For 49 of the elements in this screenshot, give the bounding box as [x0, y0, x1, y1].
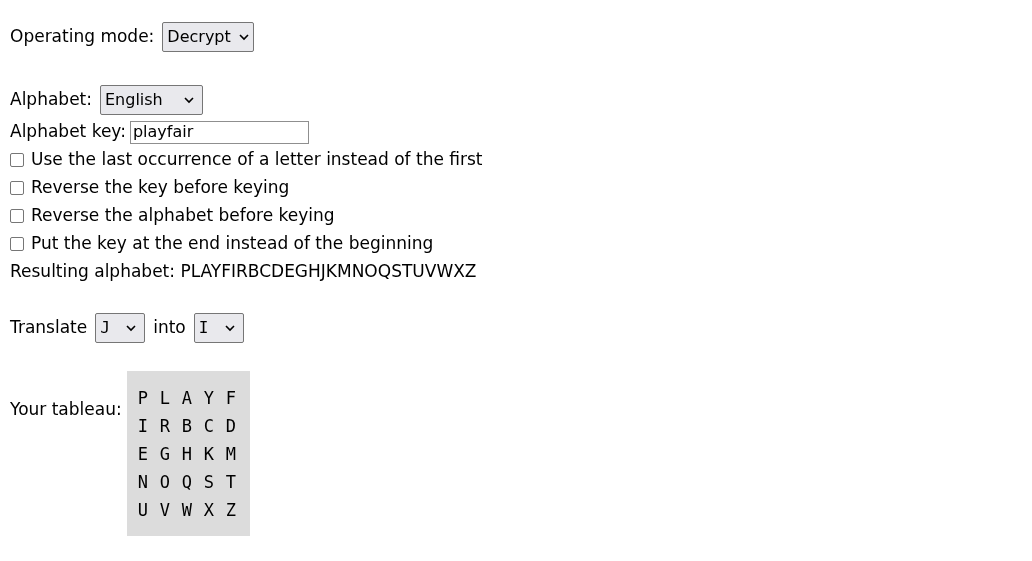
caret-icon	[224, 324, 235, 332]
tableau-letter: E	[137, 443, 149, 467]
field-label: into	[153, 316, 186, 340]
checkbox[interactable]	[10, 181, 24, 195]
checkbox-label: Reverse the key before keying	[31, 176, 290, 200]
checkbox[interactable]	[10, 237, 24, 251]
dropdown[interactable]: J	[95, 313, 146, 343]
field-label: Operating mode:	[10, 25, 155, 49]
tableau-letter: X	[203, 499, 215, 523]
tableau-letter: B	[181, 415, 193, 439]
checkbox-label: Put the key at the end instead of the beginning	[31, 232, 434, 256]
tableau-letter: U	[137, 499, 149, 523]
tableau-letter: M	[225, 443, 237, 467]
tableau-letter: V	[159, 499, 171, 523]
tableau-letter: Q	[181, 471, 193, 495]
checkbox[interactable]	[10, 209, 24, 223]
tableau-letter: Z	[225, 499, 237, 523]
dropdown[interactable]: English	[100, 85, 203, 115]
checkbox-label: Use the last occurrence of a letter instead of the first	[31, 148, 483, 172]
tableau-letter: T	[225, 471, 237, 495]
tableau-letter: Y	[203, 387, 215, 411]
tableau-letter: G	[159, 443, 171, 467]
tableau-letter: O	[159, 471, 171, 495]
field-label: Your tableau:	[10, 398, 122, 421]
tableau-letter: N	[137, 471, 149, 495]
field-label: Alphabet:	[10, 88, 92, 112]
caret-icon	[238, 33, 249, 41]
dropdown[interactable]: Decrypt	[162, 22, 255, 52]
field-label: Translate	[10, 316, 88, 340]
tableau-letter: A	[181, 387, 193, 411]
tableau-letter: I	[137, 415, 149, 439]
tableau-letter: C	[203, 415, 215, 439]
tableau-letter: K	[203, 443, 215, 467]
caret-icon	[184, 96, 194, 104]
tableau-letter: R	[159, 415, 171, 439]
tableau-letter: D	[225, 415, 237, 439]
field-label: Alphabet key:	[10, 120, 126, 144]
dropdown[interactable]: I	[193, 313, 244, 343]
tableau-letter: P	[137, 387, 149, 411]
tableau-letter: S	[203, 471, 215, 495]
result-text: Resulting alphabet: PLAYFIRBCDEGHJKMNOQSTUVWXZ	[10, 260, 477, 284]
caret-icon	[126, 324, 137, 332]
checkbox[interactable]	[10, 153, 24, 167]
tableau-letter: H	[181, 443, 193, 467]
checkbox-label: Reverse the alphabet before keying	[31, 204, 335, 228]
input-field[interactable]: playfair	[129, 120, 309, 144]
tableau-letter: L	[159, 387, 171, 411]
tableau-letter: F	[225, 387, 237, 411]
tableau-letter: W	[181, 499, 193, 523]
